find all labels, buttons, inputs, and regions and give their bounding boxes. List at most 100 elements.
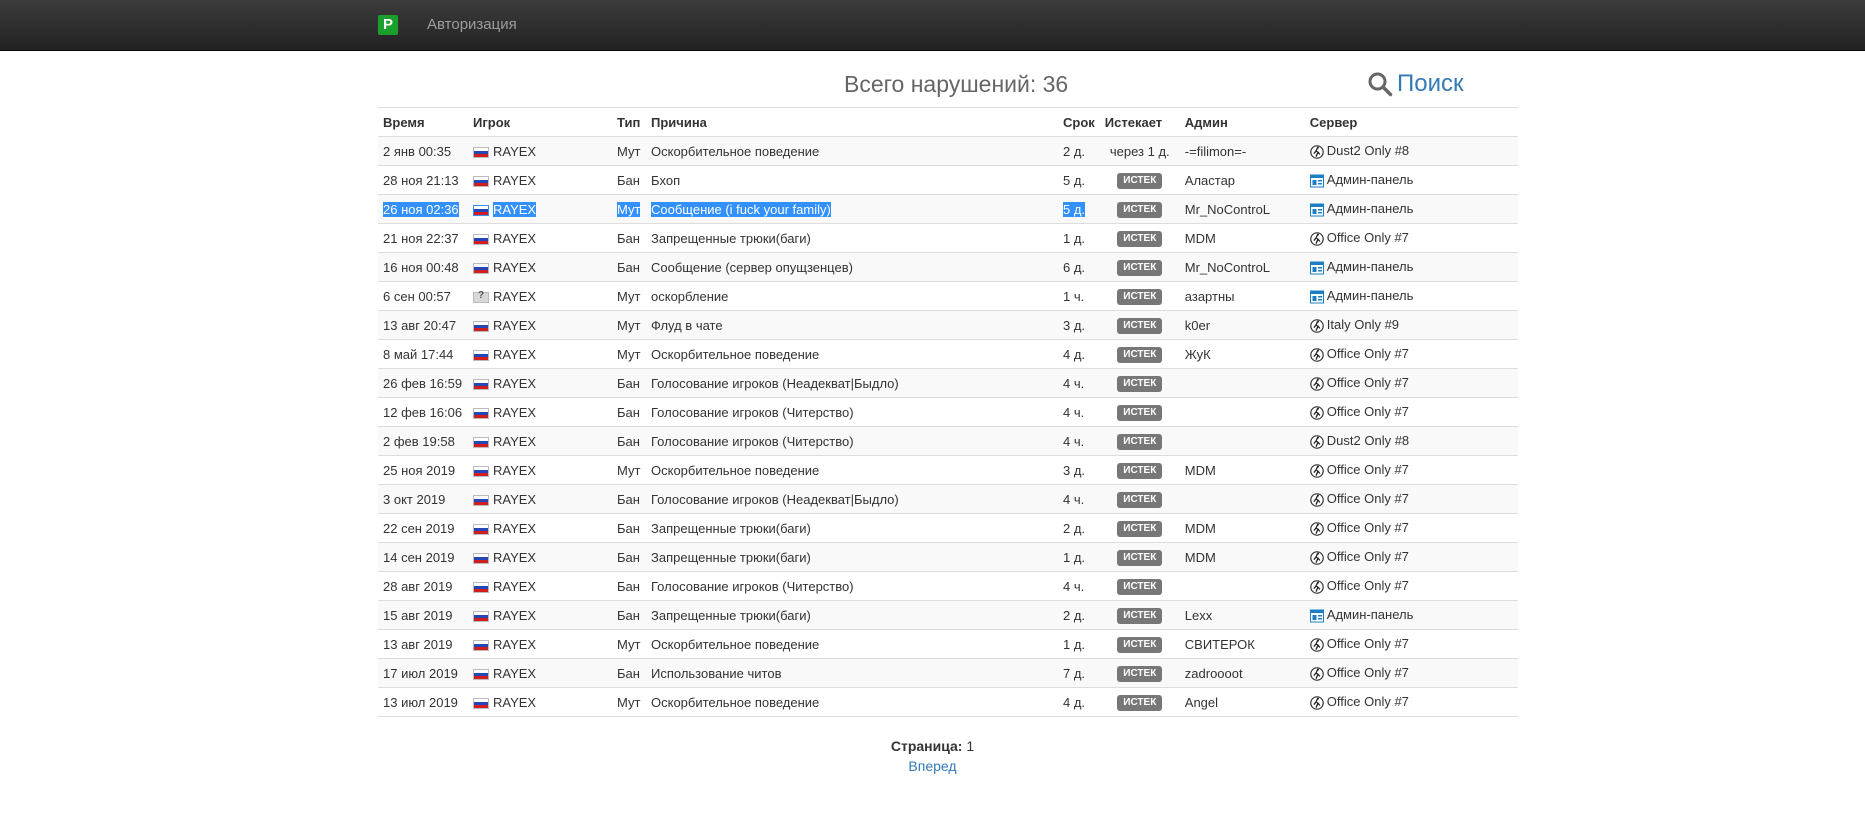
cell-time: 22 сен 2019 — [378, 513, 468, 543]
reason-text: Сообщение (сервер опущзенцев) — [651, 259, 853, 275]
reason-text: Голосование игроков (Читерство) — [651, 433, 854, 449]
table-row[interactable]: 13 июл 2019 RAYEX Мут Оскорбительное поведе… — [378, 687, 1518, 717]
admin-name: Mr_NoControL — [1184, 201, 1271, 217]
table-row[interactable]: 6 сен 00:57 RAYEX Мут оскорбление 1 ч. ИСТЕК а… — [378, 281, 1518, 311]
table-row[interactable]: 17 июл 2019 RAYEX Бан Использование читов 7 … — [378, 658, 1518, 688]
player-name[interactable]: RAYEX — [493, 144, 536, 159]
table-row[interactable]: 28 авг 2019 RAYEX Бан Голосование игроков (… — [378, 571, 1518, 601]
cell-type: Бан — [612, 165, 646, 195]
expired-badge: ИСТЕК — [1117, 405, 1163, 421]
cell-admin: ЖуК — [1179, 339, 1305, 369]
table-row[interactable]: 28 ноя 21:13 RAYEX Бан Бхоп 5 д. ИСТЕК Аластар… — [378, 165, 1518, 195]
table-row[interactable]: 12 фев 16:06 RAYEX Бан Голосование игроков … — [378, 397, 1518, 427]
player-name[interactable]: RAYEX — [493, 405, 536, 420]
type-text: Мут — [617, 636, 641, 652]
player-name[interactable]: RAYEX — [493, 637, 536, 652]
player-name[interactable]: RAYEX — [493, 666, 536, 681]
table-row[interactable]: 2 фев 19:58 RAYEX Бан Голосование игроков (… — [378, 426, 1518, 456]
table-row[interactable]: 2 янв 00:35 RAYEX Мут Оскорбительное поведе… — [378, 136, 1518, 166]
server-name: Dust2 Only #8 — [1326, 433, 1410, 449]
column-header-server: Сервер — [1304, 107, 1518, 137]
table-row[interactable]: 22 сен 2019 RAYEX Бан Запрещенные трюки(баг… — [378, 513, 1518, 543]
table-row[interactable]: 8 май 17:44 RAYEX Мут Оскорбительное поведе… — [378, 339, 1518, 369]
time-text: 28 ноя 21:13 — [383, 172, 459, 188]
time-text: 8 май 17:44 — [383, 346, 454, 362]
server-name: Office Only #7 — [1326, 520, 1409, 536]
column-header-player: Игрок — [468, 107, 612, 137]
column-header-admin: Админ — [1179, 107, 1305, 137]
cell-admin: Mr_NoControL — [1179, 194, 1305, 224]
type-text: Бан — [617, 520, 640, 536]
reason-text: Сообщение (i fuck your family) — [651, 201, 831, 217]
term-text: 2 д. — [1063, 143, 1086, 159]
table-row[interactable]: 3 окт 2019 RAYEX Бан Голосование игроков (Н… — [378, 484, 1518, 514]
cell-server: Dust2 Only #8 — [1304, 136, 1518, 166]
table-row[interactable]: 14 сен 2019 RAYEX Бан Запрещенные трюки(баг… — [378, 542, 1518, 572]
player-name[interactable]: RAYEX — [493, 376, 536, 391]
time-text: 12 фев 16:06 — [383, 404, 463, 420]
cell-expires: ИСТЕК — [1099, 223, 1180, 253]
player-name[interactable]: RAYEX — [493, 289, 536, 304]
player-name[interactable]: RAYEX — [493, 434, 536, 449]
cell-reason: Оскорбительное поведение — [646, 687, 1058, 717]
cell-expires: ИСТЕК — [1099, 455, 1180, 485]
player-name[interactable]: RAYEX — [493, 318, 536, 333]
cell-time: 3 окт 2019 — [378, 484, 468, 514]
cell-time: 13 авг 2019 — [378, 629, 468, 659]
table-row[interactable]: 16 ноя 00:48 RAYEX Бан Сообщение (сервер оп… — [378, 252, 1518, 282]
table-row[interactable]: 13 авг 2019 RAYEX Мут Оскорбительное поведе… — [378, 629, 1518, 659]
search-label[interactable]: Поиск — [1397, 70, 1464, 98]
table-row[interactable]: 13 авг 20:47 RAYEX Мут Флуд в чате 3 д. ИСТЕК… — [378, 310, 1518, 340]
nav-link-auth[interactable]: Авторизация — [427, 16, 517, 33]
cell-reason: Голосование игроков (Неадекват|Быдло) — [646, 368, 1058, 398]
table-row[interactable]: 21 ноя 22:37 RAYEX Бан Запрещенные трюки(ба… — [378, 223, 1518, 253]
cell-term: 1 д. — [1058, 542, 1100, 572]
table-row[interactable]: 26 ноя 02:36 RAYEX Мут Сообщение (i fuck yo… — [378, 194, 1518, 224]
expired-badge: ИСТЕК — [1117, 173, 1163, 189]
table-row[interactable]: 25 ноя 2019 RAYEX Мут Оскорбительное поведе… — [378, 455, 1518, 485]
admin-name: -=filimon=- — [1184, 143, 1247, 159]
russia-flag-icon — [473, 494, 489, 506]
player-name[interactable]: RAYEX — [493, 608, 536, 623]
admin-name: СВИТЕРОК — [1184, 636, 1255, 652]
cs-server-icon — [1309, 695, 1324, 710]
pagination: Страница: 1 Вперед — [0, 738, 1865, 774]
total-violations: Всего нарушений: 36 — [844, 71, 1069, 97]
cell-type: Мут — [612, 136, 646, 166]
cell-expires: ИСТЕК — [1099, 513, 1180, 543]
cell-time: 26 ноя 02:36 — [378, 194, 468, 224]
cell-term: 2 д. — [1058, 136, 1100, 166]
term-text: 2 д. — [1063, 607, 1086, 623]
player-name[interactable]: RAYEX — [493, 521, 536, 536]
type-text: Мут — [617, 346, 641, 362]
reason-text: Использование читов — [651, 665, 782, 681]
term-text: 5 д. — [1063, 201, 1086, 217]
pager-next-link[interactable]: Вперед — [0, 758, 1865, 774]
player-name[interactable]: RAYEX — [493, 579, 536, 594]
cell-time: 21 ноя 22:37 — [378, 223, 468, 253]
search-button[interactable]: Поиск — [1367, 70, 1464, 98]
cs-server-icon — [1309, 376, 1324, 391]
expired-badge: ИСТЕК — [1117, 492, 1163, 508]
expired-badge: ИСТЕК — [1117, 695, 1163, 711]
term-text: 4 д. — [1063, 694, 1086, 710]
brand-logo[interactable]: P — [378, 15, 398, 35]
player-name[interactable]: RAYEX — [493, 492, 536, 507]
russia-flag-icon — [473, 378, 489, 390]
type-text: Бан — [617, 491, 640, 507]
table-row[interactable]: 26 фев 16:59 RAYEX Бан Голосование игроков … — [378, 368, 1518, 398]
cell-admin — [1179, 484, 1305, 514]
player-name[interactable]: RAYEX — [493, 260, 536, 275]
term-text: 3 д. — [1063, 317, 1086, 333]
player-name[interactable]: RAYEX — [493, 201, 537, 217]
player-name[interactable]: RAYEX — [493, 695, 536, 710]
cell-term: 6 д. — [1058, 252, 1100, 282]
player-name[interactable]: RAYEX — [493, 173, 536, 188]
player-name[interactable]: RAYEX — [493, 347, 536, 362]
table-row[interactable]: 15 авг 2019 RAYEX Бан Запрещенные трюки(баг… — [378, 600, 1518, 630]
player-name[interactable]: RAYEX — [493, 463, 536, 478]
reason-text: Флуд в чате — [651, 317, 723, 333]
player-name[interactable]: RAYEX — [493, 550, 536, 565]
cell-term: 4 ч. — [1058, 484, 1100, 514]
player-name[interactable]: RAYEX — [493, 231, 536, 246]
